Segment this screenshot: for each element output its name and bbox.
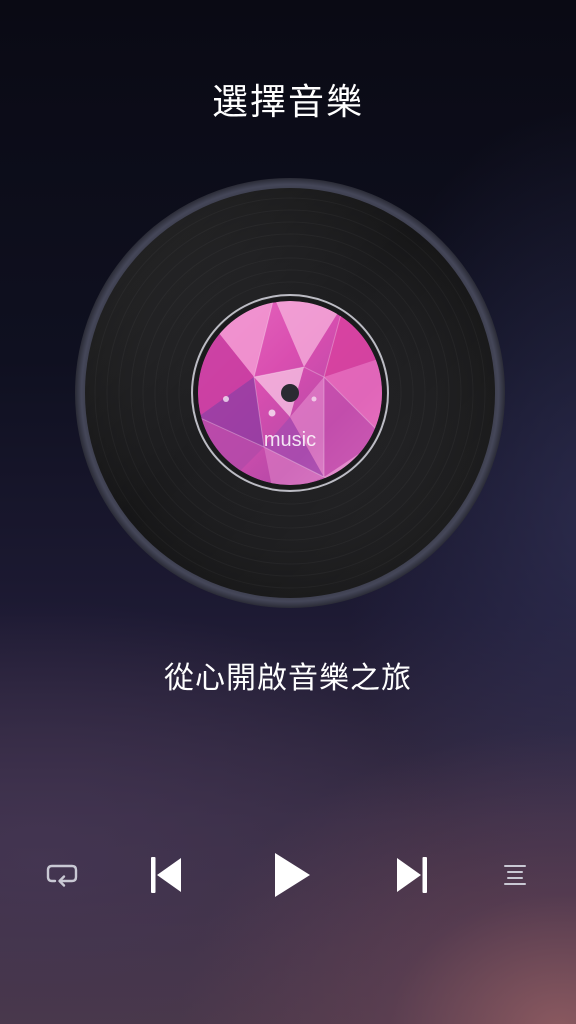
skip-next-icon bbox=[397, 857, 427, 893]
record-label-text: music bbox=[264, 429, 316, 451]
playlist-icon bbox=[504, 865, 526, 885]
vinyl-record[interactable]: music bbox=[74, 177, 506, 609]
play-button[interactable] bbox=[264, 844, 320, 906]
skip-previous-icon bbox=[151, 857, 181, 893]
vinyl-record-graphic: music bbox=[75, 178, 505, 608]
play-icon bbox=[275, 853, 310, 897]
tagline: 從心開啟音樂之旅 bbox=[164, 661, 412, 696]
repeat-button[interactable] bbox=[40, 858, 84, 892]
next-track-button[interactable] bbox=[390, 850, 434, 900]
playlist-button[interactable] bbox=[496, 858, 534, 892]
page-title: 選擇音樂 bbox=[211, 82, 364, 123]
repeat-icon bbox=[46, 864, 78, 887]
previous-track-button[interactable] bbox=[144, 850, 188, 900]
spindle-hole bbox=[281, 384, 299, 402]
player-controls bbox=[0, 840, 576, 910]
